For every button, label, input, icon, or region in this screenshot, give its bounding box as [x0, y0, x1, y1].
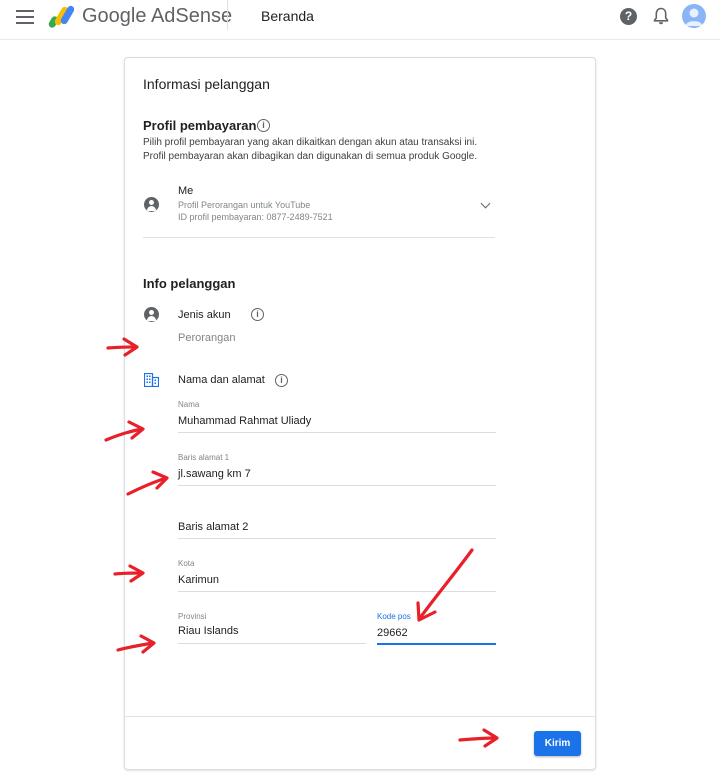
chevron-down-icon[interactable] [480, 198, 491, 209]
payment-profile-select[interactable]: Me Profil Perorangan untuk YouTube ID pr… [143, 174, 495, 238]
customer-info-heading: Info pelanggan [143, 276, 236, 291]
province-field[interactable]: Provinsi Riau Islands [178, 610, 366, 646]
profile-id: ID profil pembayaran: 0877-2489-7521 [178, 212, 333, 222]
address-line-1-field[interactable]: Baris alamat 1 jl.sawang km 7 [178, 451, 496, 487]
address-line-1-underline [178, 485, 496, 486]
payment-profile-desc-2: Profil pembayaran akan dibagikan dan dig… [143, 151, 478, 162]
info-icon[interactable]: i [257, 119, 270, 132]
menu-icon[interactable] [16, 10, 34, 24]
customer-info-card: Informasi pelanggan Profil pembayaran i … [124, 57, 596, 770]
address-line-1-label: Baris alamat 1 [178, 453, 230, 462]
province-value[interactable]: Riau Islands [178, 625, 239, 637]
brand-name[interactable]: Google AdSense [82, 5, 232, 28]
adsense-logo-icon[interactable] [48, 4, 74, 28]
person-icon [144, 197, 159, 212]
top-app-bar: Google AdSense Beranda ? [0, 0, 720, 40]
payment-profile-desc-1: Pilih profil pembayaran yang akan dikait… [143, 137, 478, 148]
building-icon [144, 373, 159, 387]
info-icon[interactable]: i [275, 374, 288, 387]
page-title: Beranda [261, 8, 314, 24]
postal-code-label: Kode pos [377, 612, 411, 621]
address-line-2-placeholder[interactable]: Baris alamat 2 [178, 521, 248, 533]
payment-profile-heading: Profil pembayaran [143, 118, 257, 133]
name-address-label: Nama dan alamat [178, 374, 265, 386]
account-type-label: Jenis akun [178, 309, 231, 321]
province-underline [178, 643, 366, 644]
submit-button[interactable]: Kirim [534, 731, 581, 756]
city-value[interactable]: Karimun [178, 574, 219, 586]
address-line-2-field[interactable]: Baris alamat 2 [178, 518, 496, 540]
name-underline [178, 432, 496, 433]
card-title: Informasi pelanggan [143, 76, 270, 92]
bell-icon[interactable] [653, 7, 669, 25]
postal-code-field[interactable]: Kode pos 29662 [377, 610, 496, 646]
footer-divider [125, 716, 595, 717]
info-icon[interactable]: i [251, 308, 264, 321]
province-label: Provinsi [178, 612, 207, 621]
city-underline [178, 591, 496, 592]
avatar[interactable] [682, 4, 706, 28]
account-type-value: Perorangan [178, 332, 236, 344]
postal-code-underline [377, 643, 496, 645]
profile-type: Profil Perorangan untuk YouTube [178, 200, 311, 210]
name-value[interactable]: Muhammad Rahmat Uliady [178, 415, 311, 427]
name-field[interactable]: Nama Muhammad Rahmat Uliady [178, 398, 496, 434]
address-line-2-underline [178, 538, 496, 539]
address-line-1-value[interactable]: jl.sawang km 7 [178, 468, 251, 480]
header-divider [227, 0, 228, 30]
profile-name: Me [178, 185, 194, 197]
city-field[interactable]: Kota Karimun [178, 557, 496, 593]
person-icon [144, 307, 159, 322]
help-icon[interactable]: ? [620, 8, 637, 25]
city-label: Kota [178, 559, 195, 568]
name-label: Nama [178, 400, 200, 409]
postal-code-value[interactable]: 29662 [377, 627, 408, 639]
